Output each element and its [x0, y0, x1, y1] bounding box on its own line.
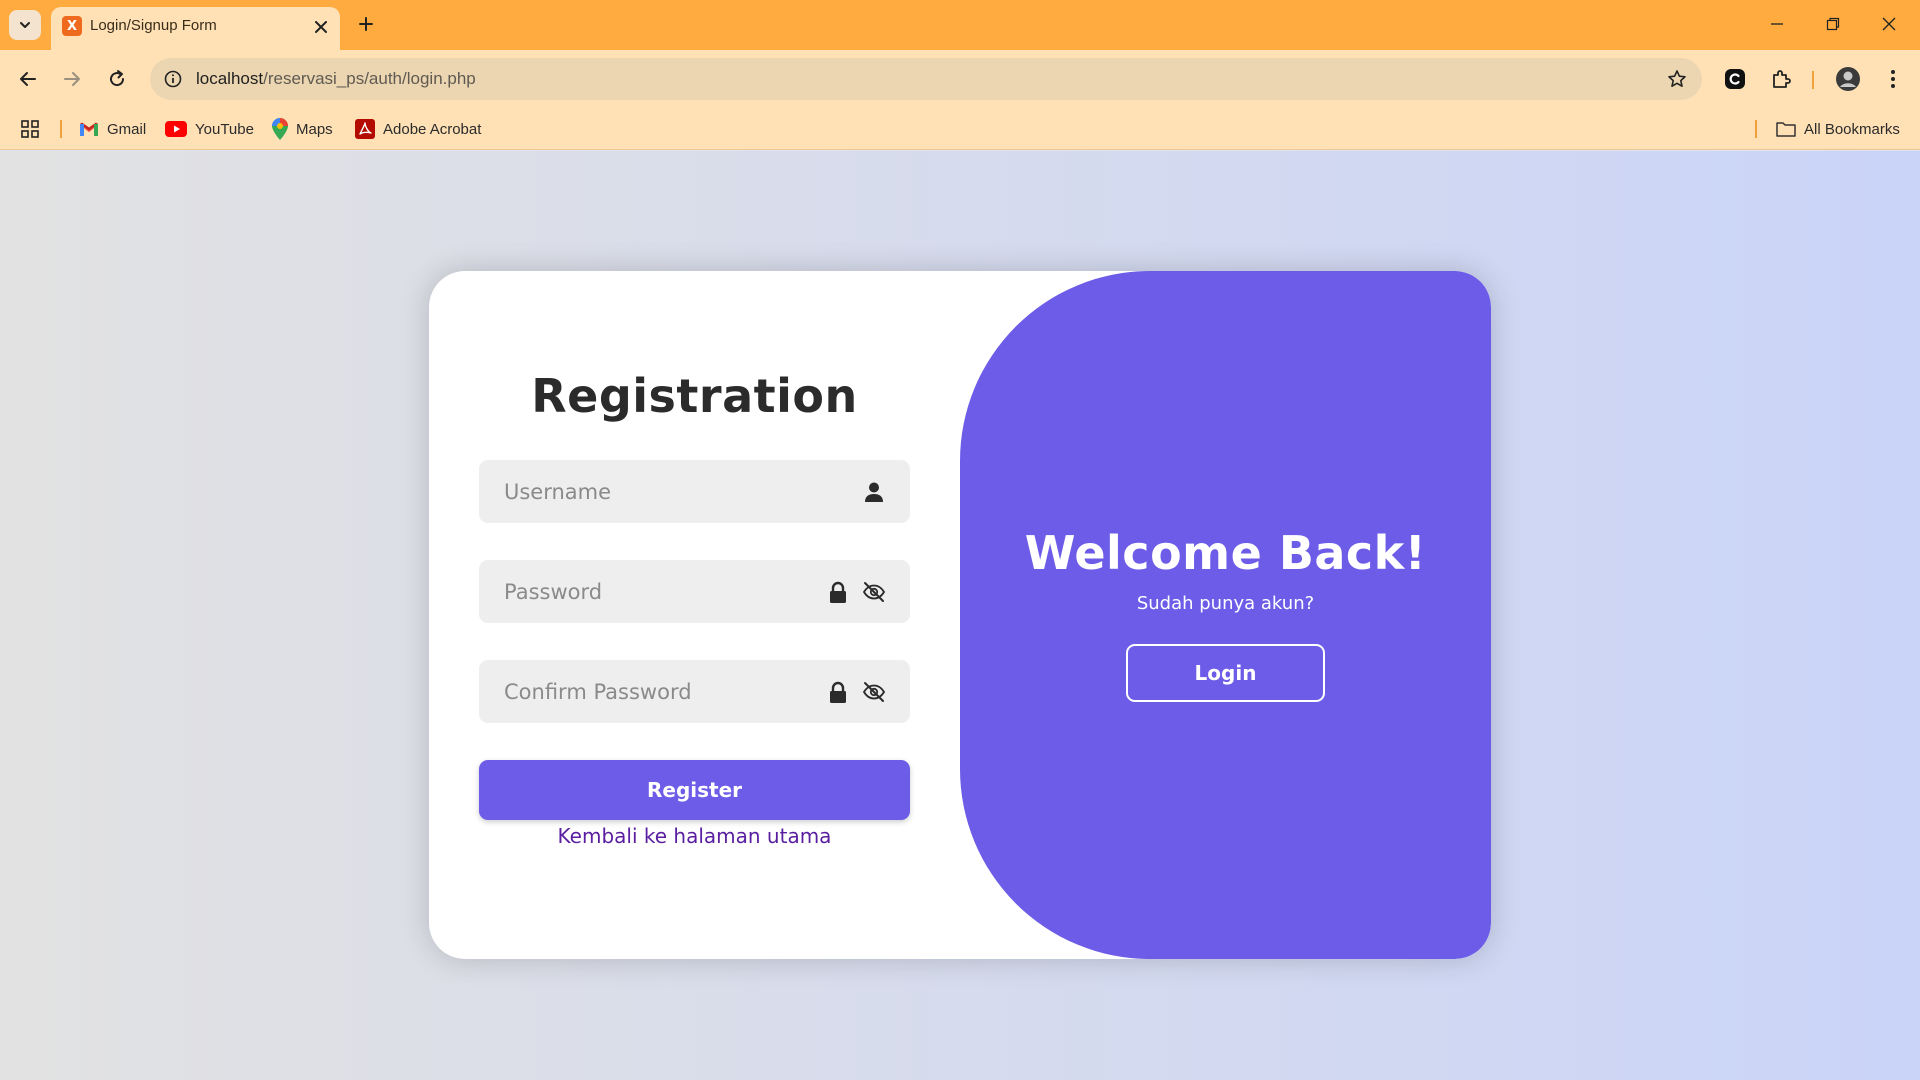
- adobe-acrobat-icon: [355, 119, 375, 139]
- browser-toolbar: localhost/reservasi_ps/auth/login.php: [0, 50, 1920, 108]
- extensions-puzzle-icon[interactable]: [1766, 64, 1796, 94]
- forward-button[interactable]: [57, 64, 87, 94]
- extension-c-icon[interactable]: [1720, 64, 1750, 94]
- lock-icon: [826, 580, 850, 604]
- folder-icon: [1776, 122, 1796, 137]
- all-bookmarks-label: All Bookmarks: [1804, 120, 1900, 138]
- browser-tab-bar: X Login/Signup Form: [0, 0, 1920, 50]
- profile-avatar[interactable]: [1833, 64, 1863, 94]
- apps-grid-icon[interactable]: [20, 117, 40, 141]
- bookmark-label: Maps: [296, 120, 333, 138]
- close-icon: [1882, 17, 1896, 31]
- plus-icon: [359, 17, 373, 31]
- tab-search-button[interactable]: [9, 10, 41, 40]
- bookmarks-bar: Gmail YouTube Maps Adobe Acrobat All Boo…: [0, 108, 1920, 150]
- more-menu-icon[interactable]: [1878, 64, 1908, 94]
- chevron-down-icon: [20, 22, 30, 28]
- new-tab-button[interactable]: [353, 11, 379, 37]
- back-to-home-link[interactable]: Kembali ke halaman utama: [429, 824, 960, 848]
- welcome-panel: Welcome Back! Sudah punya akun? Login: [960, 271, 1491, 959]
- youtube-icon: [165, 121, 187, 137]
- login-button[interactable]: Login: [1126, 644, 1325, 702]
- reload-button[interactable]: [102, 64, 132, 94]
- bookmark-maps[interactable]: Maps: [272, 117, 333, 141]
- auth-card: Registration Username Register Kembali k…: [429, 271, 1491, 959]
- bookmark-adobe-acrobat[interactable]: Adobe Acrobat: [355, 117, 481, 141]
- bookmark-label: Adobe Acrobat: [383, 120, 482, 138]
- toolbar-divider: [1812, 71, 1814, 89]
- username-field[interactable]: [479, 460, 910, 523]
- bookmark-gmail[interactable]: Gmail: [79, 117, 146, 141]
- url-text[interactable]: localhost/reservasi_ps/auth/login.php: [196, 69, 476, 89]
- tab-title: Login/Signup Form: [90, 17, 217, 34]
- password-field[interactable]: [479, 560, 910, 623]
- restore-icon: [1826, 17, 1840, 31]
- xampp-favicon-icon: X: [62, 16, 82, 36]
- tab-close-button[interactable]: [312, 18, 330, 36]
- register-button[interactable]: Register: [479, 760, 910, 820]
- url-host: localhost: [196, 69, 264, 88]
- bookmarks-divider: [1755, 120, 1757, 138]
- browser-tab[interactable]: X Login/Signup Form: [51, 7, 340, 50]
- address-bar[interactable]: localhost/reservasi_ps/auth/login.php: [150, 58, 1702, 100]
- back-button[interactable]: [13, 64, 43, 94]
- arrow-left-icon: [20, 72, 36, 86]
- bookmarks-divider: [60, 120, 62, 138]
- restore-button[interactable]: [1810, 10, 1856, 38]
- minimize-button[interactable]: [1754, 10, 1800, 38]
- gmail-icon: [80, 122, 98, 136]
- welcome-title: Welcome Back!: [1024, 526, 1427, 580]
- bookmark-star-icon[interactable]: [1666, 68, 1688, 90]
- eye-slash-icon[interactable]: [862, 680, 886, 704]
- welcome-subtitle: Sudah punya akun?: [1136, 593, 1315, 614]
- url-path: /reservasi_ps/auth/login.php: [263, 69, 476, 88]
- lock-icon: [826, 680, 850, 704]
- username-input[interactable]: [479, 460, 910, 523]
- maps-icon: [272, 118, 288, 140]
- bookmark-label: Gmail: [107, 120, 147, 138]
- reload-icon: [110, 70, 125, 87]
- registration-title: Registration: [531, 369, 858, 423]
- page-background: Registration Username Register Kembali k…: [0, 151, 1920, 1080]
- window-close-button[interactable]: [1866, 10, 1912, 38]
- all-bookmarks-button[interactable]: All Bookmarks: [1776, 117, 1900, 141]
- bookmark-label: YouTube: [195, 120, 254, 138]
- minimize-icon: [1771, 23, 1783, 25]
- user-icon: [862, 480, 886, 504]
- arrow-right-icon: [64, 72, 80, 86]
- site-info-icon[interactable]: [162, 68, 184, 90]
- close-icon: [315, 21, 327, 33]
- confirm-password-field[interactable]: [479, 660, 910, 723]
- bookmark-youtube[interactable]: YouTube: [165, 117, 254, 141]
- eye-slash-icon[interactable]: [862, 580, 886, 604]
